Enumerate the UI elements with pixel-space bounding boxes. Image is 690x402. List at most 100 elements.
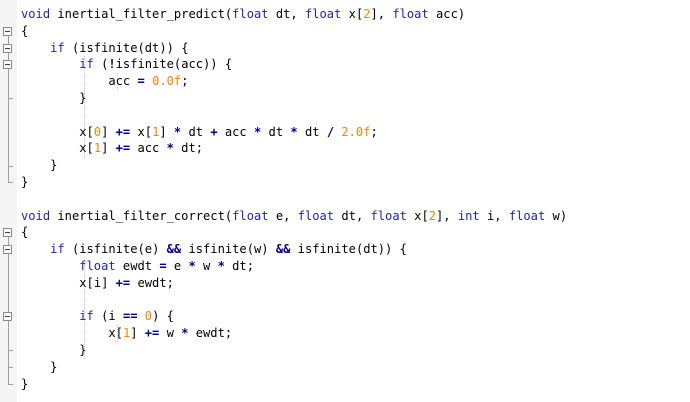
code-editor[interactable]: void inertial_filter_predict (float dt, f… [0,0,690,402]
fold-toggle-icon[interactable] [3,245,12,255]
token-ident: dt [261,124,291,139]
token-punct: } [21,175,29,189]
fold-end-marker [8,182,13,184]
token-punct: ( [246,242,254,257]
code-line[interactable]: void inertial_filter_predict(float dt, f… [21,6,465,23]
token-punct: } [79,343,87,357]
token-ident: i [93,275,102,290]
fold-end-marker [8,367,13,369]
token-keyword: if [50,242,65,257]
code-line[interactable]: { [21,23,28,40]
token-number: 0.0f [152,74,182,89]
token-punct: ( [137,40,145,55]
token-ident: acc [181,57,204,72]
token-punct: { [181,40,189,55]
code-line[interactable]: x[0] += x[1] * dt + acc * dt * dt / 2.0f… [21,124,378,141]
fold-toggle-icon[interactable] [3,60,12,70]
token-ident [21,360,50,374]
token-op: += [115,124,131,139]
token-ident [269,242,276,256]
token-punct: [ [421,208,429,223]
code-line[interactable]: } [21,342,87,359]
token-punct: ] [130,326,138,341]
token-punct: )) [203,57,218,72]
code-line[interactable]: if (isfinite(dt)) { [21,40,188,57]
fold-toggle-icon[interactable] [3,228,12,238]
token-ident: i [479,208,495,223]
token-number: 2 [363,7,371,21]
token-number: 1 [93,141,102,156]
token-punct: [ [86,141,94,156]
fold-markers [0,0,17,402]
token-ident: acc [217,124,254,139]
token-op: += [115,141,131,156]
token-ident: w [159,326,182,341]
token-ident [21,242,50,256]
token-punct: ) [457,7,466,21]
code-line[interactable]: x[1] += w * ewdt; [21,325,232,342]
code-line[interactable]: acc = 0.0f; [21,73,188,90]
fold-toggle-icon[interactable] [3,26,12,36]
token-punct: ], [370,7,393,21]
token-ident: x [341,7,356,21]
token-punct: , [355,208,371,223]
token-punct: ; [246,259,254,273]
token-number: 2.0f [341,124,371,139]
token-ident: dt [144,40,160,55]
token-ident: x [21,141,87,156]
code-line[interactable]: { [21,224,28,241]
token-ident [159,242,166,256]
fold-end-marker [8,384,13,385]
token-punct: ; [181,74,189,89]
token-ident: e [144,242,153,257]
code-line[interactable]: } [21,376,28,393]
code-line[interactable]: x[1] += acc * dt; [21,140,203,157]
code-line[interactable]: x[i] += ewdt; [21,275,174,292]
token-punct: [ [86,275,94,290]
token-ident: ewdt [188,326,225,341]
token-keyword: void [21,7,51,21]
token-punct: { [166,309,174,324]
token-type: int [457,208,480,223]
code-line[interactable]: } [21,157,57,174]
code-line[interactable]: } [21,90,86,107]
token-punct: , [283,208,298,223]
token-punct: ) [559,208,568,223]
token-punct: } [50,158,58,173]
token-ident [218,57,225,71]
fold-range-line [8,69,9,99]
token-punct: ; [224,326,233,341]
token-punct: ) [261,242,269,257]
token-ident [21,309,79,323]
token-ident: inertial_filter_predict [50,7,225,21]
token-ident: isfinite [79,242,138,257]
fold-toggle-icon[interactable] [3,43,12,53]
code-line[interactable]: } [21,359,57,376]
token-punct: [ [86,124,94,139]
token-op: += [144,326,160,341]
code-line[interactable]: if (!isfinite(acc)) { [21,56,232,73]
token-ident [145,74,152,88]
fold-toggle-icon[interactable] [3,312,12,322]
token-op: + [210,124,218,139]
code-line[interactable]: } [21,174,28,191]
fold-range-line [8,321,9,351]
code-line[interactable]: if (isfinite(e) && isfinite(w) && isfini… [21,241,407,258]
token-punct: ] [159,124,167,139]
token-punct: )) [159,40,174,55]
token-punct: ; [195,141,204,156]
token-ident: dt [224,259,247,273]
code-line[interactable]: if (i == 0) { [21,308,174,325]
token-ident: acc [130,141,167,156]
fold-end-marker [8,350,13,352]
token-ident: dt [363,242,378,257]
token-ident: x [21,124,87,139]
code-line[interactable]: float ewdt = e * w * dt; [21,258,254,275]
token-punct: [ [144,124,153,139]
token-ident: isfinite [115,57,174,72]
code-line[interactable]: void inertial_filter_correct(float e, fl… [21,208,567,225]
token-ident: dt [334,208,356,223]
token-ident: acc [21,74,138,89]
token-ident: isfinite [290,242,356,257]
token-keyword: if [79,57,94,72]
